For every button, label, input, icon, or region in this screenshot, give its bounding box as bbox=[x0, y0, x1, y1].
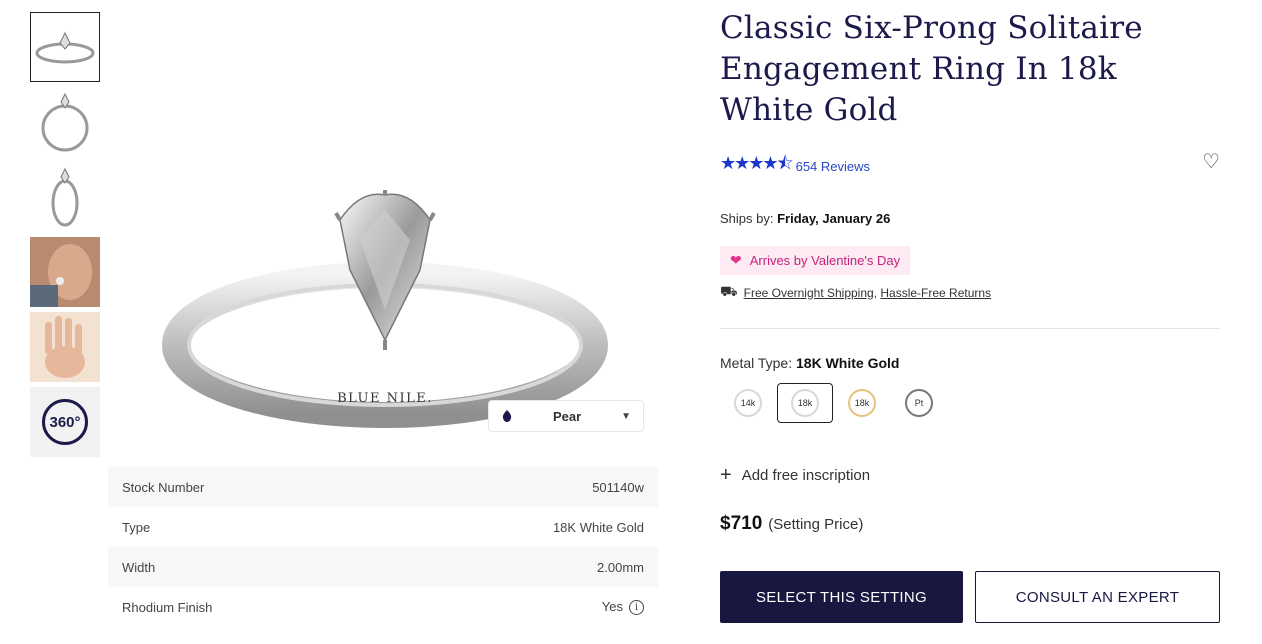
spec-table: Stock Number 501140w Type 18K White Gold… bbox=[108, 467, 658, 627]
spec-label: Type bbox=[122, 519, 151, 535]
spec-value: 2.00mm bbox=[597, 559, 644, 575]
ring-image: BLUE NILE. bbox=[162, 190, 608, 428]
thumb-hand-photo[interactable] bbox=[30, 237, 100, 307]
thumb-side-view[interactable] bbox=[30, 87, 100, 157]
metal-swatch: 18k bbox=[848, 389, 876, 417]
inscription-label: Add free inscription bbox=[741, 466, 871, 484]
chevron-down-icon: ▼ bbox=[621, 410, 631, 422]
metal-value: 18K White Gold bbox=[796, 355, 900, 371]
thumb-hand-back[interactable] bbox=[30, 312, 100, 382]
ring-thumb-icon bbox=[35, 31, 95, 64]
plus-icon: + bbox=[720, 464, 732, 486]
product-details: Classic Six-Prong Solitaire Engagement R… bbox=[720, 8, 1220, 623]
metal-options: 14k 18k 18k Pt bbox=[720, 383, 1220, 423]
star-rating-icon: ★★★★⯪ bbox=[720, 153, 794, 174]
ring-angle-icon bbox=[51, 167, 79, 227]
spec-value: 501140w bbox=[592, 479, 644, 495]
valentine-badge: ❤ Arrives by Valentine's Day bbox=[720, 246, 911, 275]
heart-icon[interactable]: ♡ bbox=[1202, 149, 1220, 173]
spec-label: Rhodium Finish bbox=[122, 599, 213, 615]
product-title: Classic Six-Prong Solitaire Engagement R… bbox=[720, 10, 1143, 128]
shape-select-value: Pear bbox=[552, 408, 582, 424]
ring-side-icon bbox=[41, 92, 89, 152]
price-note: (Setting Price) bbox=[768, 516, 864, 533]
rating-row: ★★★★⯪ 654 Reviews ♡ bbox=[720, 149, 1220, 181]
valentine-text: Arrives by Valentine's Day bbox=[749, 253, 901, 268]
engraving-text: BLUE NILE. bbox=[337, 391, 433, 406]
price-row: $710 (Setting Price) bbox=[720, 513, 1220, 535]
ships-by: Ships by: Friday, January 26 bbox=[720, 211, 1220, 226]
spec-row: Width 2.00mm bbox=[108, 547, 658, 587]
metal-label: Metal Type: bbox=[720, 355, 793, 371]
spec-row: Stock Number 501140w bbox=[108, 467, 658, 507]
ships-date: Friday, January 26 bbox=[777, 211, 891, 226]
select-setting-button[interactable]: SELECT THIS SETTING bbox=[720, 571, 963, 623]
spec-label: Width bbox=[122, 559, 156, 575]
info-icon[interactable]: i bbox=[629, 600, 644, 616]
spec-row: Type 18K White Gold bbox=[108, 507, 658, 547]
consult-expert-button[interactable]: CONSULT AN EXPERT bbox=[975, 571, 1220, 623]
thumb-360[interactable]: 360° bbox=[30, 387, 100, 457]
pear-shape-icon bbox=[502, 410, 512, 422]
ships-label: Ships by: bbox=[720, 211, 774, 226]
spec-label: Stock Number bbox=[122, 479, 205, 495]
reviews-link[interactable]: 654 Reviews bbox=[796, 159, 870, 174]
truck-icon: ⛟ bbox=[720, 283, 738, 299]
metal-option-platinum[interactable]: Pt bbox=[891, 383, 947, 423]
360-icon: 360° bbox=[42, 399, 88, 445]
divider bbox=[720, 328, 1220, 329]
price: $710 bbox=[720, 513, 763, 534]
shipping-info: ⛟ Free Overnight Shipping, Hassle-Free R… bbox=[720, 283, 1220, 302]
metal-option-18k-yellow[interactable]: 18k bbox=[834, 383, 890, 423]
hearts-icon: ❤ bbox=[730, 252, 742, 268]
shape-dropdown[interactable]: Pear ▼ bbox=[488, 400, 644, 432]
spec-value: Yes bbox=[601, 598, 623, 614]
metal-swatch: 14k bbox=[734, 389, 762, 417]
metal-option-14k[interactable]: 14k bbox=[720, 383, 776, 423]
spec-value: 18K White Gold bbox=[552, 519, 644, 535]
thumbnail-list: 360° bbox=[30, 12, 100, 462]
hand-photo-icon bbox=[30, 237, 100, 307]
hand-back-icon bbox=[45, 316, 85, 378]
add-inscription-button[interactable]: + Add free inscription bbox=[720, 465, 1220, 485]
thumb-angle-view[interactable] bbox=[30, 162, 100, 232]
returns-link[interactable]: Hassle-Free Returns bbox=[880, 286, 991, 300]
metal-swatch: Pt bbox=[905, 389, 933, 417]
main-product-image: BLUE NILE. bbox=[110, 10, 660, 450]
metal-option-18k-white[interactable]: 18k bbox=[777, 383, 833, 423]
action-buttons: SELECT THIS SETTING CONSULT AN EXPERT bbox=[720, 571, 1220, 623]
free-shipping-link[interactable]: Free Overnight Shipping, bbox=[744, 286, 877, 300]
metal-swatch: 18k bbox=[791, 389, 819, 417]
thumb-front-view[interactable] bbox=[30, 12, 100, 82]
spec-value-wrap: Yes i bbox=[601, 598, 644, 616]
spec-row: Rhodium Finish Yes i bbox=[108, 587, 658, 627]
metal-type: Metal Type: 18K White Gold bbox=[720, 355, 1220, 371]
